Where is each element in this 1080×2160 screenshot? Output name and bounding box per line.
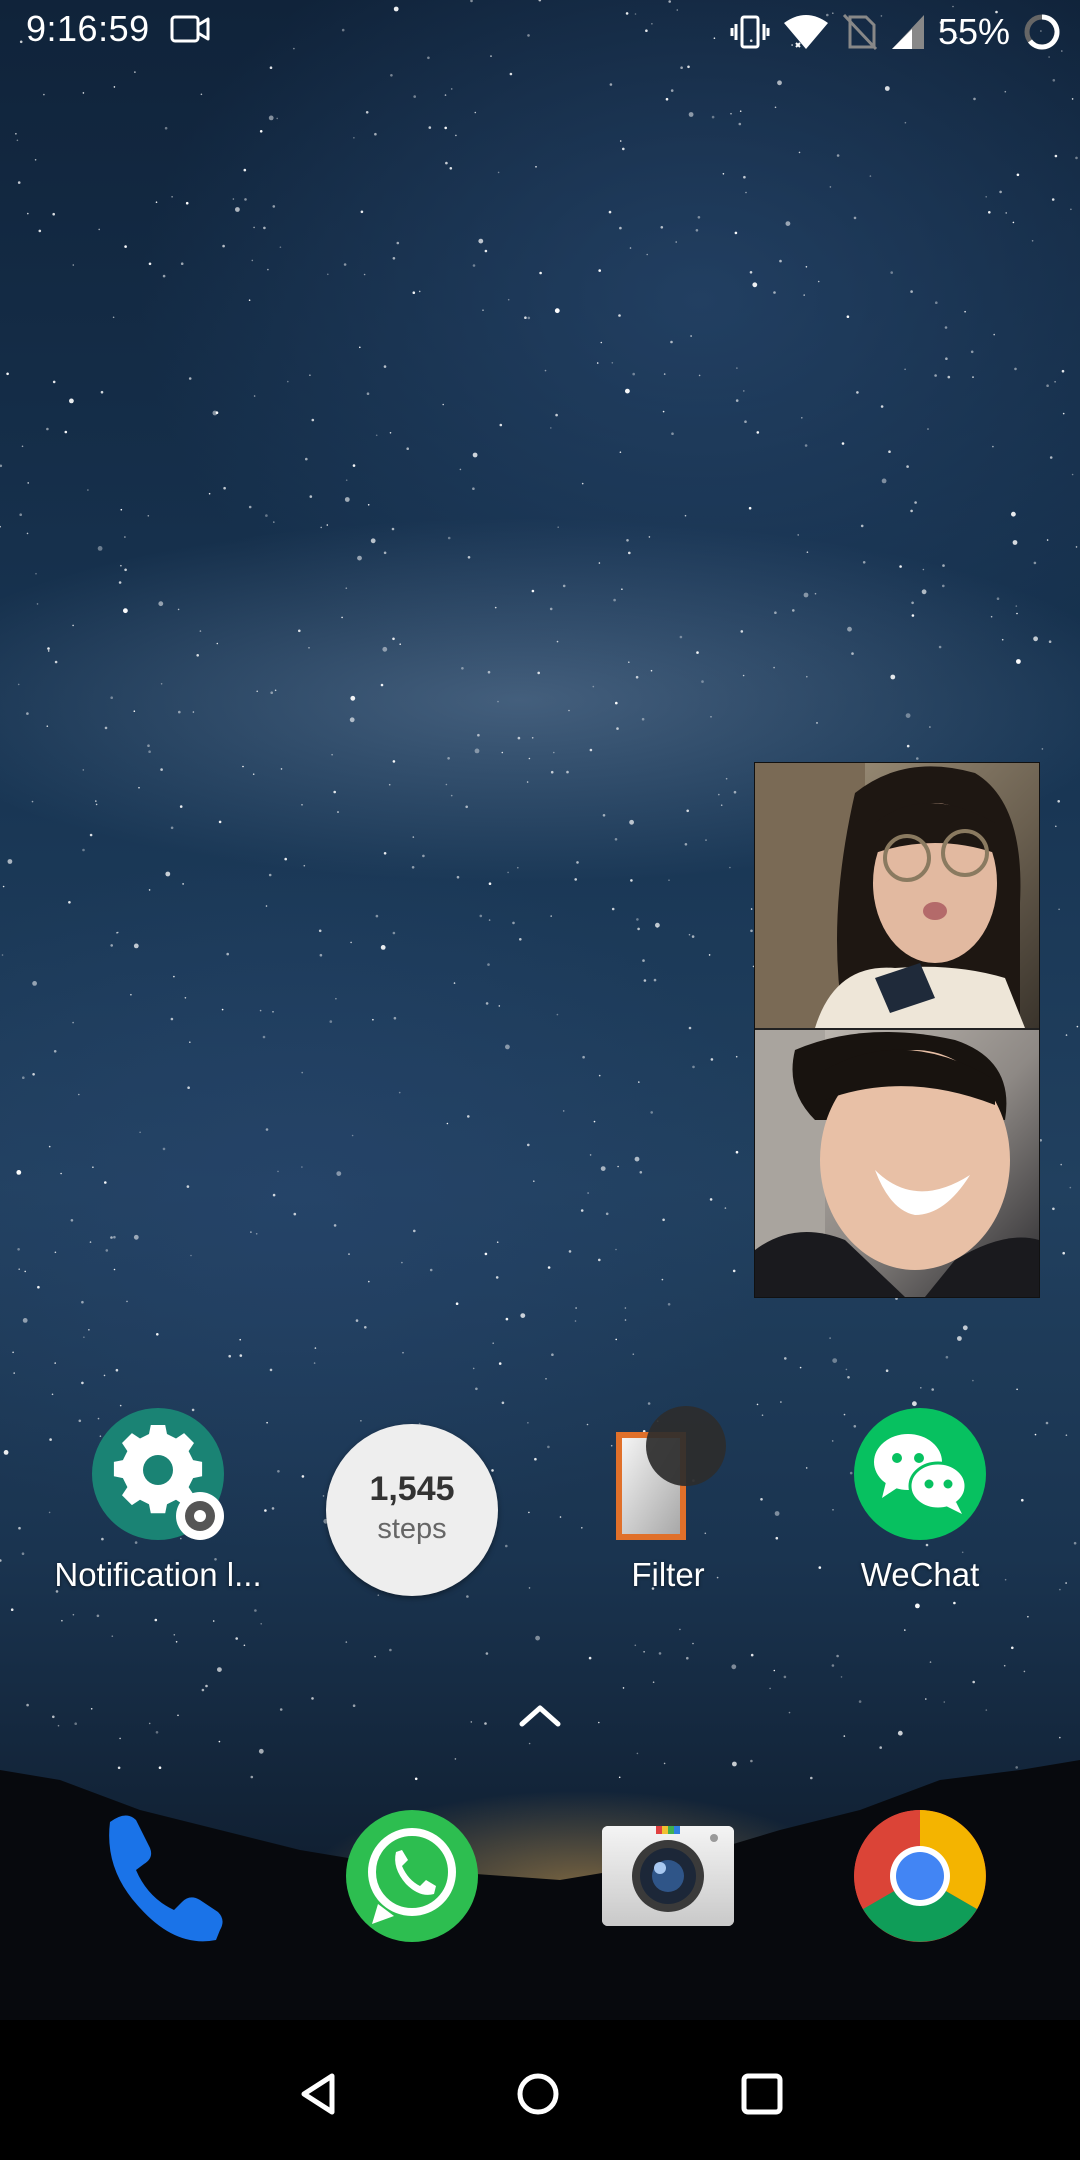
status-bar: 9:16:59 55% bbox=[0, 0, 1080, 64]
video-call-icon bbox=[170, 15, 210, 43]
steps-count: 1,545 bbox=[369, 1470, 455, 1508]
wifi-icon bbox=[783, 15, 828, 49]
steps-unit: steps bbox=[377, 1513, 447, 1545]
chrome-icon[interactable] bbox=[852, 1808, 988, 1944]
remote-participant-avatar bbox=[755, 763, 1025, 1028]
status-time: 9:16:59 bbox=[26, 8, 150, 49]
camera-icon[interactable] bbox=[600, 1808, 736, 1944]
self-video-preview[interactable] bbox=[755, 1030, 1039, 1297]
app-wechat[interactable]: WeChat bbox=[810, 1406, 1030, 1594]
steps-widget[interactable]: 1,545 steps bbox=[326, 1424, 498, 1596]
no-sim-icon bbox=[842, 13, 878, 51]
battery-saver-icon bbox=[1024, 14, 1060, 50]
battery-percent: 55% bbox=[937, 11, 1010, 52]
app-label: WeChat bbox=[860, 1556, 980, 1593]
status-icons: 55% bbox=[730, 8, 1062, 56]
cell-signal-icon bbox=[891, 15, 924, 49]
back-button[interactable] bbox=[296, 2072, 340, 2116]
app-label: Filter bbox=[631, 1556, 705, 1593]
phone-icon[interactable] bbox=[96, 1808, 232, 1944]
vibrate-icon bbox=[730, 15, 770, 49]
home-button[interactable] bbox=[516, 2072, 560, 2116]
chevron-up-icon[interactable] bbox=[516, 1700, 564, 1730]
app-label: Notification l... bbox=[54, 1556, 262, 1593]
remote-participant-video[interactable] bbox=[755, 763, 1039, 1028]
whatsapp-icon[interactable] bbox=[344, 1808, 480, 1944]
recents-button[interactable] bbox=[740, 2072, 784, 2116]
settings-gear-icon bbox=[90, 1406, 226, 1542]
self-avatar bbox=[755, 1030, 1039, 1297]
filter-icon bbox=[600, 1406, 736, 1542]
navigation-bar bbox=[0, 2020, 1080, 2160]
wechat-icon bbox=[852, 1406, 988, 1542]
app-notification-log[interactable]: Notification l... bbox=[48, 1406, 268, 1594]
video-call-pip-window[interactable] bbox=[754, 762, 1040, 1298]
app-filter[interactable]: Filter bbox=[558, 1406, 778, 1594]
